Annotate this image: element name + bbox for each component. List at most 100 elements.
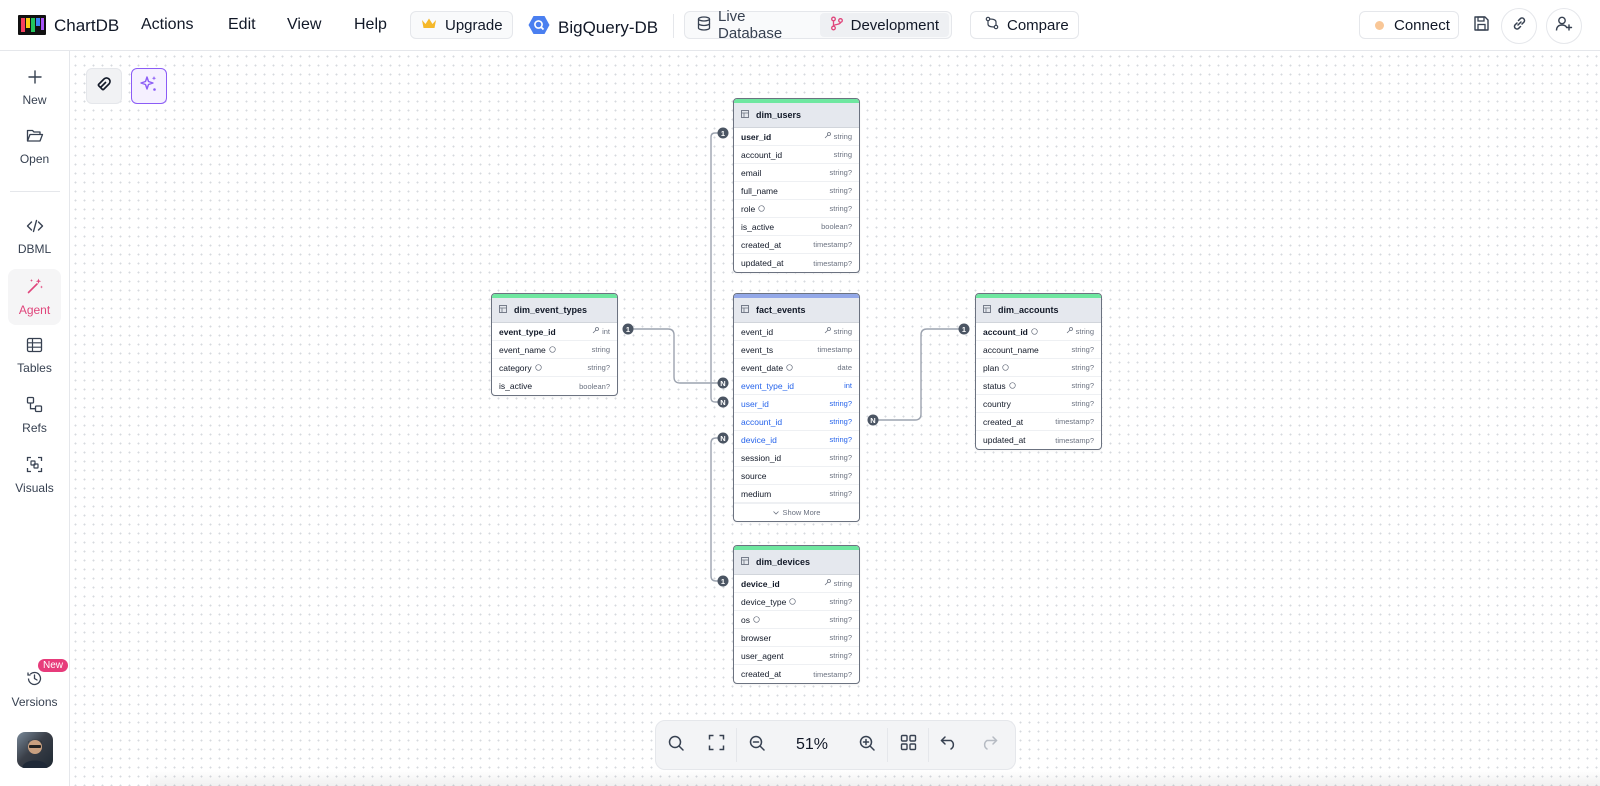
table-field-row[interactable]: status string? [976, 377, 1101, 395]
sidebar-divider [10, 191, 60, 192]
field-name: event_type_id [499, 326, 556, 337]
sidebar-item-tables[interactable]: Tables [8, 328, 61, 384]
show-more-button[interactable]: Show More [734, 503, 859, 521]
ai-assist-button[interactable] [131, 68, 167, 104]
field-type: string? [829, 651, 852, 660]
zoom-in-button[interactable] [847, 725, 887, 765]
auto-arrange-button[interactable] [86, 68, 122, 104]
table-fact-events[interactable]: fact_events event_id string event_ts times… [733, 293, 860, 522]
table-icon [26, 337, 43, 356]
table-field-row[interactable]: account_name string? [976, 341, 1101, 359]
sidebar-item-label: Agent [18, 303, 51, 317]
history-icon [26, 670, 43, 690]
table-field-row[interactable]: browser string? [734, 629, 859, 647]
menu-actions[interactable]: Actions [141, 16, 193, 34]
comment-icon [534, 363, 542, 373]
table-field-row[interactable]: email string? [734, 164, 859, 182]
sidebar-item-dbml[interactable]: DBML [8, 209, 61, 265]
field-name: device_id [741, 434, 777, 445]
env-live-database-button[interactable]: Live Database [687, 8, 818, 42]
menu-view[interactable]: View [287, 16, 321, 34]
fit-view-button[interactable] [696, 725, 736, 765]
table-field-row[interactable]: user_agent string? [734, 647, 859, 665]
table-field-row[interactable]: medium string? [734, 485, 859, 503]
sidebar-item-agent[interactable]: Agent [8, 269, 61, 325]
table-field-row[interactable]: session_id string? [734, 449, 859, 467]
folder-open-icon [26, 128, 44, 147]
table-dim-users[interactable]: dim_users user_id string account_id string… [733, 98, 860, 273]
app-name: ChartDB [54, 16, 120, 35]
table-dim-accounts[interactable]: dim_accounts account_id string account_na… [975, 293, 1102, 450]
sidebar-item-label: Versions [11, 694, 58, 709]
sidebar-item-open[interactable]: Open [8, 119, 61, 175]
user-avatar[interactable] [17, 732, 53, 768]
table-field-row[interactable]: device_id string? [734, 431, 859, 449]
share-link-button[interactable] [1501, 8, 1537, 44]
menu-help[interactable]: Help [354, 16, 387, 34]
table-field-row[interactable]: account_id string [734, 146, 859, 164]
sidebar-item-refs[interactable]: Refs [8, 387, 61, 443]
field-type: boolean? [821, 222, 852, 231]
table-field-row[interactable]: event_id string [734, 323, 859, 341]
search-button[interactable] [656, 725, 696, 765]
table-icon [983, 305, 991, 315]
table-field-row[interactable]: category string? [492, 359, 617, 377]
add-user-button[interactable] [1546, 8, 1582, 44]
undo-button[interactable] [929, 725, 969, 765]
zoom-out-button[interactable] [737, 725, 777, 765]
table-field-row[interactable]: user_id string? [734, 395, 859, 413]
table-header[interactable]: dim_devices [734, 550, 859, 575]
table-field-row[interactable]: role string? [734, 200, 859, 218]
table-field-row[interactable]: device_type string? [734, 593, 859, 611]
table-header[interactable]: dim_users [734, 103, 859, 128]
table-field-row[interactable]: device_id string [734, 575, 859, 593]
database-name[interactable]: BigQuery-DB [528, 15, 658, 40]
table-field-row[interactable]: created_at timestamp? [976, 413, 1101, 431]
chartdb-logo-icon[interactable] [17, 14, 47, 36]
comment-icon [1002, 363, 1009, 373]
table-field-row[interactable]: country string? [976, 395, 1101, 413]
table-field-row[interactable]: updated_at timestamp? [734, 254, 859, 272]
zoom-level[interactable]: 51% [777, 736, 847, 754]
redo-button[interactable] [969, 725, 1009, 765]
field-type: string? [829, 435, 852, 444]
sidebar-item-new[interactable]: New [8, 60, 61, 116]
table-dim-event-types[interactable]: dim_event_types event_type_id int event_n… [491, 293, 618, 396]
compare-button[interactable]: Compare [970, 11, 1079, 39]
table-field-row[interactable]: full_name string? [734, 182, 859, 200]
table-field-row[interactable]: plan string? [976, 359, 1101, 377]
sidebar-item-visuals[interactable]: Visuals [8, 447, 61, 503]
table-field-row[interactable]: updated_at timestamp? [976, 431, 1101, 449]
upgrade-button[interactable]: Upgrade [410, 11, 513, 39]
field-name: browser [741, 632, 772, 643]
table-field-row[interactable]: created_at timestamp? [734, 665, 859, 683]
table-header[interactable]: fact_events [734, 298, 859, 323]
table-field-row[interactable]: source string? [734, 467, 859, 485]
table-header[interactable]: dim_event_types [492, 298, 617, 323]
field-type: timestamp? [813, 240, 852, 249]
git-branch-icon [830, 16, 844, 35]
save-button[interactable] [1466, 11, 1496, 41]
table-field-row[interactable]: event_type_id int [734, 377, 859, 395]
table-field-row[interactable]: account_id string [976, 323, 1101, 341]
arrange-grid-button[interactable] [888, 725, 928, 765]
table-field-row[interactable]: is_active boolean? [492, 377, 617, 395]
table-field-row[interactable]: created_at timestamp? [734, 236, 859, 254]
table-header[interactable]: dim_accounts [976, 298, 1101, 323]
table-field-row[interactable]: event_type_id int [492, 323, 617, 341]
table-field-row[interactable]: event_name string [492, 341, 617, 359]
table-field-row[interactable]: user_id string [734, 128, 859, 146]
field-name: country [983, 398, 1011, 409]
table-field-row[interactable]: is_active boolean? [734, 218, 859, 236]
table-dim-devices[interactable]: dim_devices device_id string device_type s… [733, 545, 860, 684]
table-field-row[interactable]: os string? [734, 611, 859, 629]
table-field-row[interactable]: event_ts timestamp [734, 341, 859, 359]
field-name: status [983, 380, 1006, 391]
connect-button[interactable]: Connect [1359, 11, 1459, 39]
menu-edit[interactable]: Edit [228, 16, 256, 34]
field-name: event_ts [741, 344, 774, 355]
table-field-row[interactable]: account_id string? [734, 413, 859, 431]
key-icon [824, 327, 831, 336]
env-development-button[interactable]: Development [819, 13, 949, 37]
table-field-row[interactable]: event_date date [734, 359, 859, 377]
